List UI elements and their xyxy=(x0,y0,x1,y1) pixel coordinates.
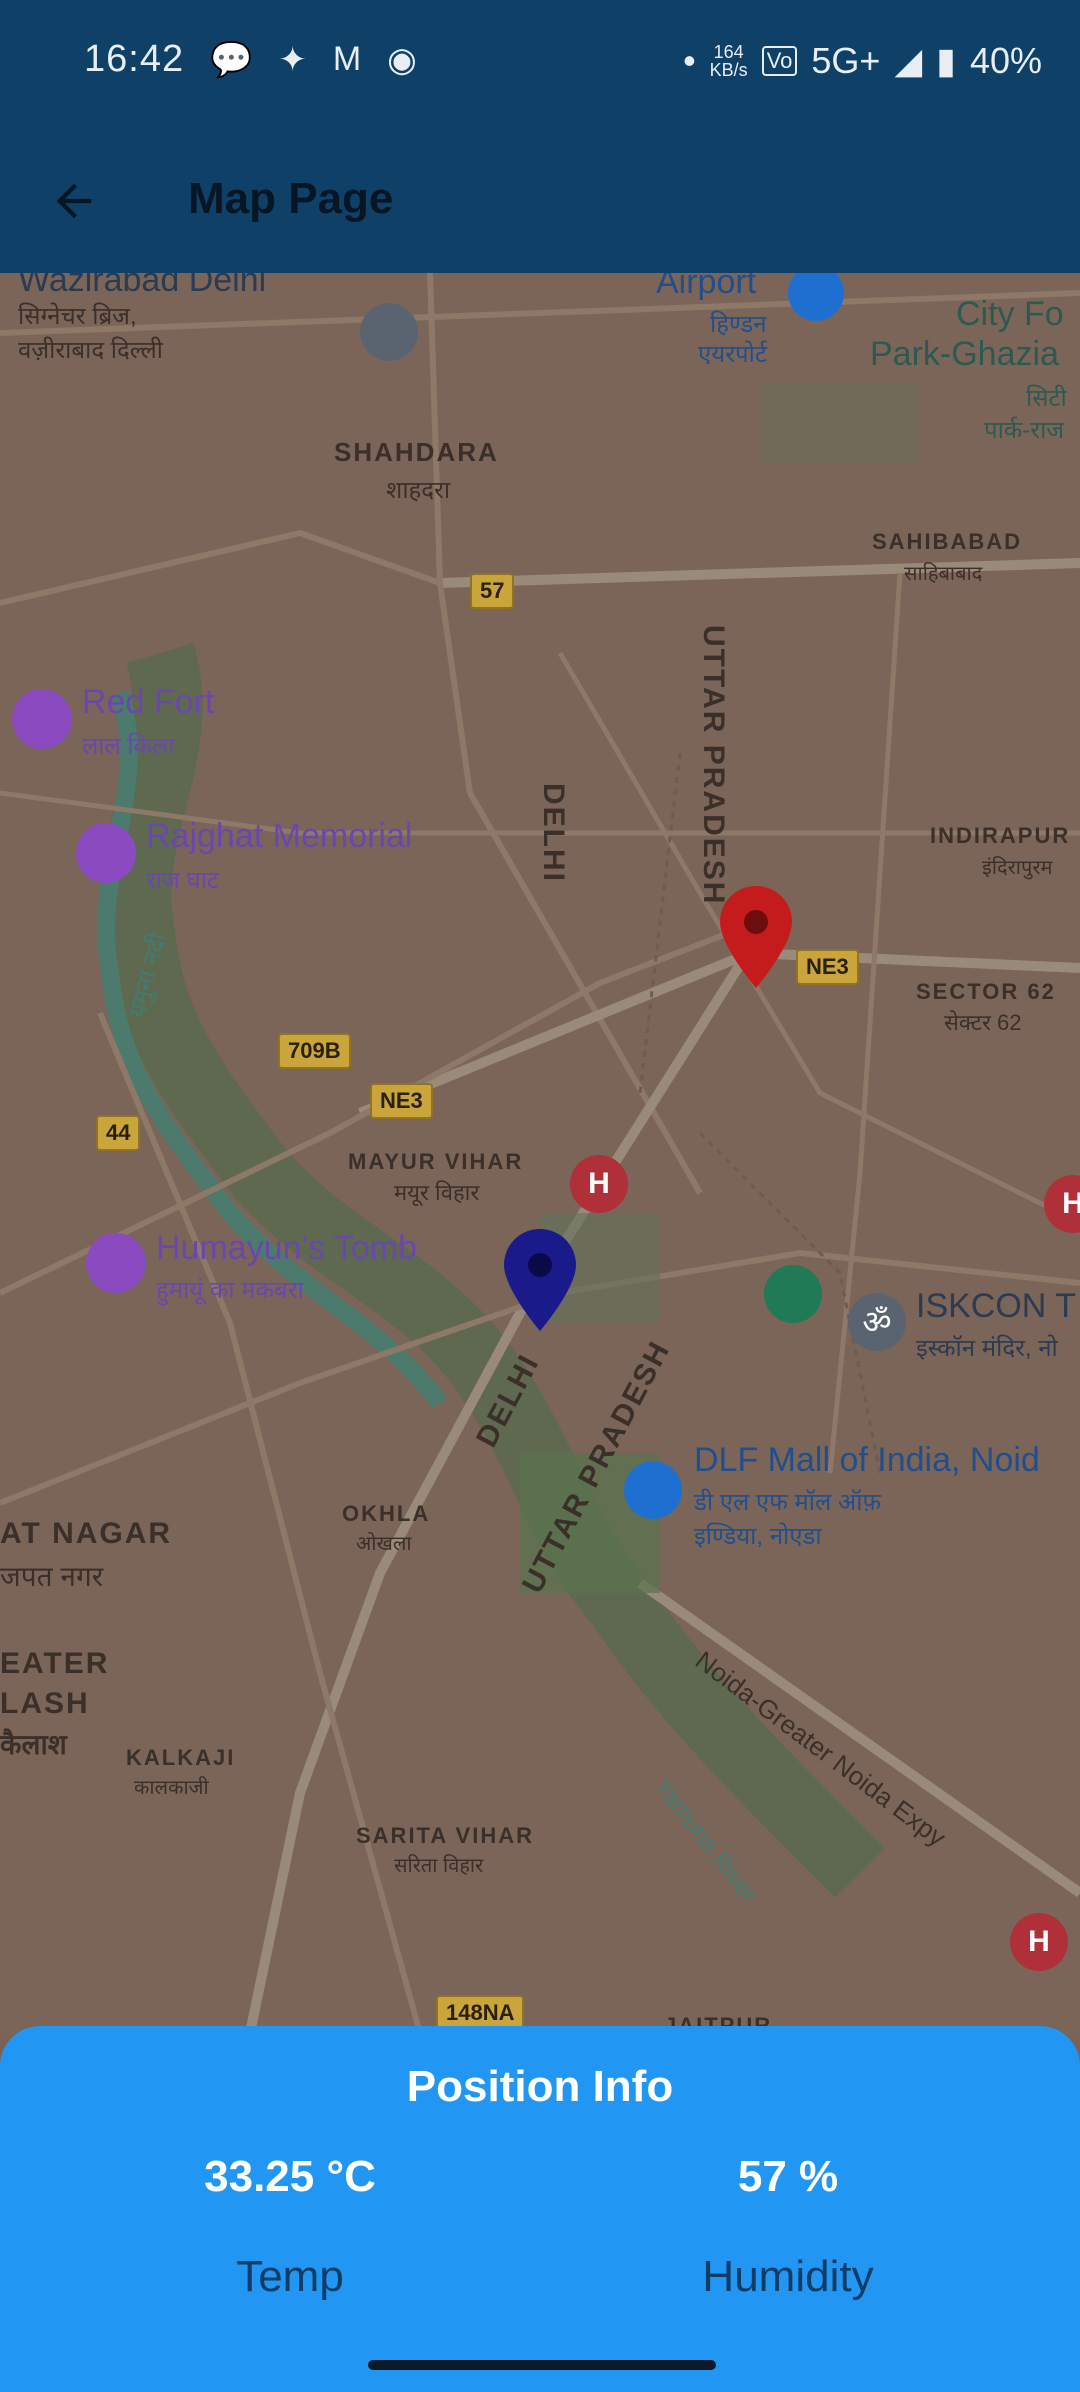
map-label: एयरपोर्ट xyxy=(698,341,767,368)
map-label: Wazirabad Delhi xyxy=(18,273,267,299)
chat-icon: 💬 xyxy=(210,41,253,79)
map-label: कालकाजी xyxy=(134,1777,209,1799)
temp-label: Temp xyxy=(236,2252,344,2301)
status-time: 16:42 xyxy=(84,38,185,80)
map-label: SECTOR 62 xyxy=(916,979,1056,1004)
speed-unit: KB/s xyxy=(709,60,748,80)
battery-icon: ▮ xyxy=(936,40,956,81)
monument-icon[interactable] xyxy=(76,823,136,883)
map-label: मयूर विहार xyxy=(394,1180,480,1205)
map-label: LASH xyxy=(0,1687,90,1720)
map-label: DLF Mall of India, Noid xyxy=(694,1441,1040,1479)
battery-level: 40% xyxy=(969,40,1042,81)
sheet-title: Position Info xyxy=(406,2062,674,2111)
humidity-value: 57 % xyxy=(737,2152,839,2201)
gesture-handle[interactable] xyxy=(368,2360,716,2370)
highway-shield: NE3 xyxy=(370,1083,433,1119)
school-icon[interactable] xyxy=(360,303,418,361)
activity-icon: ✦ xyxy=(278,41,307,79)
map-label: Rajghat Memorial xyxy=(146,817,413,855)
map-label: Airport xyxy=(656,273,757,301)
map-label: ISKCON T xyxy=(916,1287,1076,1325)
position-info-sheet: Position Info 33.25 °C 57 % Temp Humidit… xyxy=(0,2026,1080,2392)
map-label: ओखला xyxy=(356,1533,412,1555)
map-label: वज़ीराबाद दिल्ली xyxy=(18,337,164,364)
map-label: SARITA VIHAR xyxy=(356,1823,534,1848)
map-label: UTTAR PRADESH xyxy=(697,625,730,906)
map-label: SHAHDARA xyxy=(334,437,499,467)
map-label: Park-Ghazia xyxy=(870,335,1059,373)
map-label: EATER xyxy=(0,1647,110,1680)
gmail-icon: M xyxy=(332,40,362,78)
dot-icon: • xyxy=(683,40,696,81)
map-label: साहिबाबाद xyxy=(904,563,983,585)
map-label: कैलाश xyxy=(0,1729,67,1760)
back-arrow-icon[interactable] xyxy=(48,175,100,227)
map-label: सिग्नेचर ब्रिज, xyxy=(18,303,137,330)
notification-icons: 💬 ✦ M ◉ xyxy=(210,40,417,80)
highway-shield: 709B xyxy=(278,1033,351,1069)
map-label: पार्क-राज xyxy=(984,417,1065,444)
temp-value: 33.25 °C xyxy=(204,2152,376,2201)
map-label: Red Fort xyxy=(82,683,215,721)
map-label: राज घाट xyxy=(146,867,220,894)
map-label: डी एल एफ मॉल ऑफ़ xyxy=(694,1489,881,1516)
map-label: हिण्डन xyxy=(710,311,767,338)
map-label: SAHIBABAD xyxy=(872,529,1022,554)
highway-shield: NE3 xyxy=(796,949,859,985)
map-label: सिटी xyxy=(1026,385,1067,412)
map-label: AT NAGAR xyxy=(0,1517,173,1550)
app-bar: Map Page xyxy=(0,130,1080,273)
page-title: Map Page xyxy=(188,174,394,223)
map-label: इण्डिया, नोएडा xyxy=(694,1523,822,1550)
shopping-icon[interactable] xyxy=(624,1461,682,1519)
destination-marker-icon[interactable] xyxy=(718,884,794,990)
camera-icon[interactable] xyxy=(12,689,72,749)
volte-icon: Vo xyxy=(761,46,798,76)
map-view[interactable]: सिग्नेचर ब्रिज, वज़ीराबाद दिल्ली Wazirab… xyxy=(0,273,1080,2033)
map-label: DELHI xyxy=(537,783,570,883)
map-label: शाहदरा xyxy=(386,477,451,504)
hospital-icon[interactable]: H xyxy=(570,1155,628,1213)
network-type: 5G+ xyxy=(811,40,881,81)
highway-shield: 44 xyxy=(96,1115,141,1151)
humidity-label: Humidity xyxy=(702,2252,874,2301)
current-location-marker-icon[interactable] xyxy=(502,1227,578,1333)
status-bar: 16:42 💬 ✦ M ◉ • 164 KB/s Vo 5G+ ◢ ▮ 40% xyxy=(0,0,1080,130)
signal-icon: ◢ xyxy=(894,40,923,81)
record-icon: ◉ xyxy=(387,41,417,79)
map-label: INDIRAPUR xyxy=(930,823,1071,848)
map-label: City Fo xyxy=(956,295,1064,333)
map-label: सेक्टर 62 xyxy=(944,1010,1022,1035)
network-speed: 164 KB/s xyxy=(710,43,748,79)
map-label: इस्कॉन मंदिर, नो xyxy=(916,1335,1058,1362)
map-label: लाल किला xyxy=(82,733,175,760)
status-right: • 164 KB/s Vo 5G+ ◢ ▮ 40% xyxy=(683,40,1042,82)
map-label: KALKAJI xyxy=(126,1745,236,1770)
monument-icon[interactable] xyxy=(86,1233,146,1293)
map-label: हुमायूं का मकबरा xyxy=(156,1277,304,1304)
map-label: सरिता विहार xyxy=(394,1855,484,1877)
map-label: इंदिरापुरम xyxy=(982,857,1053,879)
temple-icon[interactable]: ॐ xyxy=(848,1293,906,1351)
map-label: Humayun's Tomb xyxy=(156,1229,417,1267)
speed-value: 164 xyxy=(713,42,744,62)
map-label: MAYUR VIHAR xyxy=(348,1149,524,1174)
map-label: OKHLA xyxy=(342,1501,431,1526)
highway-shield: 57 xyxy=(470,573,515,609)
map-label: जपत नगर xyxy=(0,1561,104,1592)
amusement-park-icon[interactable] xyxy=(764,1265,822,1323)
hospital-icon[interactable]: H xyxy=(1010,1913,1068,1971)
